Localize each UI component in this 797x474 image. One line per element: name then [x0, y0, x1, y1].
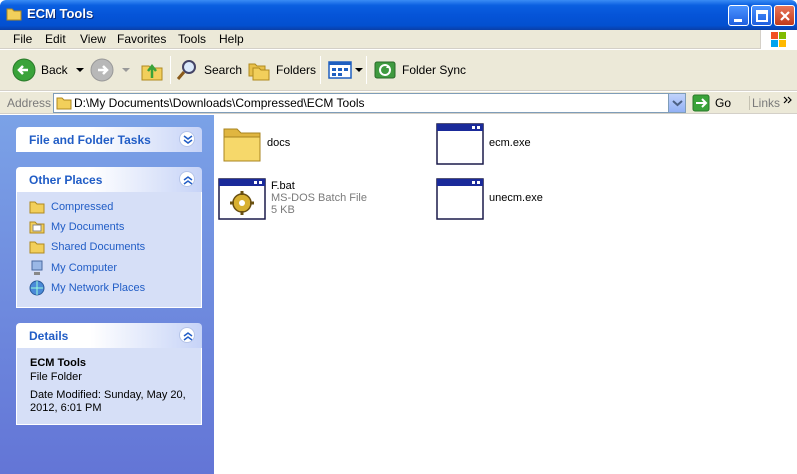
windows-flag-icon — [771, 32, 786, 47]
executable-icon — [436, 178, 484, 220]
menu-favorites[interactable]: Favorites — [117, 32, 166, 46]
executable-icon — [436, 123, 484, 165]
place-my-computer[interactable]: My Computer — [29, 260, 117, 276]
folder-icon — [223, 128, 261, 162]
forward-arrow-icon — [90, 58, 114, 82]
folder-icon — [6, 8, 22, 21]
details-panel: ECM Tools File Folder Date Modified: Sun… — [16, 348, 202, 425]
place-my-documents[interactable]: My Documents — [29, 220, 124, 234]
file-name: F.bat — [271, 180, 295, 192]
go-arrow-icon — [692, 94, 710, 112]
toolbar: Back Search Folders Folder Sync — [0, 50, 797, 91]
forward-button[interactable] — [90, 55, 132, 85]
toolbar-separator — [170, 56, 171, 84]
minimize-button[interactable] — [728, 5, 749, 26]
windows-logo — [760, 30, 797, 49]
collapse-button[interactable] — [179, 171, 195, 187]
file-item-f-bat[interactable]: F.bat MS-DOS Batch File 5 KB — [218, 178, 367, 220]
address-dropdown-button[interactable] — [668, 94, 685, 112]
menu-file[interactable]: File — [13, 32, 32, 46]
address-path: D:\My Documents\Downloads\Compressed\ECM… — [74, 96, 365, 110]
go-button[interactable]: Go — [692, 94, 731, 112]
folders-icon — [248, 63, 270, 81]
place-compressed[interactable]: Compressed — [29, 200, 113, 214]
file-size: 5 KB — [271, 204, 295, 216]
views-button[interactable] — [328, 55, 364, 85]
other-places-header[interactable]: Other Places — [16, 167, 202, 192]
address-bar: Address D:\My Documents\Downloads\Compre… — [0, 92, 797, 114]
network-places-icon — [29, 280, 45, 296]
back-button[interactable]: Back — [12, 55, 86, 85]
up-folder-icon — [141, 63, 163, 81]
other-places-list: Compressed My Documents Shared Documents… — [16, 192, 202, 308]
maximize-button[interactable] — [751, 5, 772, 26]
views-icon — [328, 61, 352, 79]
file-item-unecm-exe[interactable]: unecm.exe — [436, 178, 543, 220]
expand-button[interactable] — [179, 131, 195, 147]
menu-bar: File Edit View Favorites Tools Help — [0, 30, 797, 49]
details-modified-line2: 2012, 6:01 PM — [30, 402, 102, 414]
folders-button[interactable]: Folders — [247, 55, 316, 85]
file-item-docs[interactable]: docs — [222, 123, 290, 163]
details-name: ECM Tools — [30, 357, 87, 369]
chevron-down-icon — [183, 135, 193, 144]
shared-folder-icon — [29, 241, 45, 254]
address-input[interactable]: D:\My Documents\Downloads\Compressed\ECM… — [53, 93, 686, 113]
my-documents-icon — [29, 221, 45, 234]
menu-edit[interactable]: Edit — [45, 32, 66, 46]
chevron-right-icon[interactable] — [783, 95, 793, 105]
details-type: File Folder — [30, 371, 82, 383]
collapse-button[interactable] — [179, 327, 195, 343]
place-shared-documents[interactable]: Shared Documents — [29, 240, 145, 254]
file-list: docs ecm.exe F.bat MS-DOS Batch File 5 K… — [214, 115, 797, 474]
batch-file-icon — [218, 178, 266, 220]
close-button[interactable] — [774, 5, 795, 26]
details-header[interactable]: Details — [16, 323, 202, 348]
chevron-up-icon — [183, 176, 193, 185]
toolbar-separator — [320, 56, 321, 84]
chevron-down-icon — [355, 68, 363, 72]
folder-sync-button[interactable]: Folder Sync — [373, 55, 466, 85]
address-label: Address — [7, 96, 52, 110]
search-button[interactable]: Search — [175, 55, 242, 85]
close-icon — [780, 11, 790, 21]
menu-tools[interactable]: Tools — [178, 32, 206, 46]
maximize-icon — [756, 10, 768, 22]
my-computer-icon — [31, 260, 43, 275]
task-pane: File and Folder Tasks Other Places Compr… — [0, 115, 214, 474]
back-arrow-icon — [12, 58, 36, 82]
up-folder-button[interactable] — [140, 55, 164, 85]
file-folder-tasks-header[interactable]: File and Folder Tasks — [16, 127, 202, 152]
file-item-ecm-exe[interactable]: ecm.exe — [436, 123, 531, 165]
chevron-up-icon — [183, 332, 193, 341]
title-bar[interactable]: ECM Tools — [0, 0, 797, 30]
file-type: MS-DOS Batch File — [271, 192, 367, 204]
minimize-icon — [734, 19, 742, 22]
chevron-down-icon — [672, 100, 683, 107]
place-my-network-places[interactable]: My Network Places — [29, 280, 145, 296]
toolbar-separator — [366, 56, 367, 84]
chevron-down-icon — [75, 68, 84, 72]
window-title: ECM Tools — [27, 6, 94, 21]
menu-help[interactable]: Help — [219, 32, 244, 46]
chevron-down-icon — [122, 68, 130, 72]
folder-sync-icon — [374, 61, 396, 79]
folder-icon — [29, 201, 45, 214]
search-icon — [176, 60, 196, 80]
menu-view[interactable]: View — [80, 32, 106, 46]
links-toolbar[interactable]: Links — [749, 96, 780, 110]
details-modified: Date Modified: Sunday, May 20, — [30, 389, 186, 401]
folder-icon — [56, 97, 72, 110]
